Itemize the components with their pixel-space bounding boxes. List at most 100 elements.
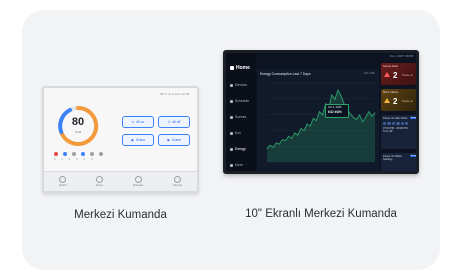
- chart-point: [353, 116, 354, 118]
- all-on-button[interactable]: ⏻ All on: [122, 116, 154, 128]
- tooltip-value: 642 kWh: [328, 110, 342, 114]
- scene-label: Scene: [135, 138, 146, 142]
- scene-icon: [96, 176, 104, 183]
- todo-badge: To do: [409, 155, 416, 157]
- chart-point: [291, 138, 293, 139]
- chart-point: [322, 114, 323, 116]
- chart-area-fill: [267, 90, 375, 162]
- schedule-card-2[interactable]: To do Power On When Starting...: [381, 153, 416, 171]
- chart-point: [266, 148, 268, 149]
- power-icon: ⏻: [167, 120, 171, 124]
- mode-numbers: 0 0 0 0 0 0: [54, 158, 92, 161]
- eco-icon: [230, 131, 233, 135]
- gauge-value: 80: [71, 116, 85, 128]
- chart-point: [275, 142, 277, 144]
- chart-point: [368, 111, 370, 113]
- chart-point: [374, 112, 376, 114]
- alert-title: Minor Failure: [383, 91, 399, 94]
- mode-number: 0: [90, 158, 93, 161]
- nav-item-schedule[interactable]: Schedule: [230, 99, 249, 103]
- chart-tooltip: Oct 1, 2025 642 kWh: [325, 104, 349, 118]
- chart-point: [309, 125, 311, 127]
- nav-label: Schedule: [235, 99, 250, 103]
- mode-dot[interactable]: [99, 152, 103, 156]
- todo-badge: To do: [409, 117, 416, 119]
- footer-item-security[interactable]: Security: [173, 176, 182, 187]
- nav-label: Scenes: [235, 115, 247, 119]
- chart-point: [294, 132, 296, 134]
- alert-unit-text: Times: [402, 100, 409, 103]
- chart-point: [285, 140, 286, 142]
- nav-item-scenes[interactable]: Scenes: [230, 115, 246, 119]
- minor-failure-card[interactable]: Minor Failure 2 Times +2: [381, 89, 416, 111]
- more-icon: [230, 163, 233, 167]
- weekday-dot: [404, 122, 409, 126]
- product-caption-1: Merkezi Kumanda: [74, 209, 167, 221]
- 10-inch-control-panel: Home Devices Schedule Scenes Eco Energy …: [223, 50, 419, 174]
- home-icon: [230, 66, 234, 70]
- chart-point: [319, 111, 320, 113]
- chart-point: [297, 134, 299, 136]
- all-on-label: All on: [136, 120, 145, 124]
- scene-icon: ▣: [130, 138, 134, 142]
- scene-button-1[interactable]: ▣ Scene: [122, 134, 154, 146]
- footer-item-schedule[interactable]: Schedule: [133, 176, 143, 187]
- mode-number: 0: [54, 158, 56, 161]
- gauge-caption: Total: [74, 130, 82, 134]
- energy-icon: [230, 147, 233, 151]
- mode-dot[interactable]: [81, 152, 85, 156]
- schedule-title: Power On When Starting...: [383, 155, 403, 161]
- mode-dot[interactable]: [63, 152, 67, 156]
- energy-chart-plot: [266, 82, 376, 163]
- nav-item-home[interactable]: Home: [230, 65, 250, 71]
- mode-number: 0: [61, 158, 63, 161]
- shield-icon: [174, 176, 182, 183]
- chart-point: [356, 119, 357, 120]
- central-control-device: 08:17 11 ● auto 19 ℃ 80 Total 0 0 0 0 0 …: [42, 86, 199, 193]
- power-icon: ⏻: [131, 120, 135, 124]
- schedule-card-1[interactable]: To do Power On After Work 07:00 PM - 08:…: [381, 115, 416, 149]
- chart-point: [288, 135, 289, 137]
- mode-dot[interactable]: [90, 152, 94, 156]
- chart-point: [340, 95, 342, 97]
- chart-point: [282, 139, 283, 140]
- warning-icon: [384, 98, 390, 103]
- mode-indicators: [54, 152, 103, 156]
- devices-icon: [230, 83, 233, 87]
- weekday-row: [383, 122, 416, 126]
- chart-title: Energy Consumption Last 7 Days: [260, 72, 311, 76]
- alert-unit-text: Times: [402, 74, 409, 77]
- footer-item-scene[interactable]: Scene: [96, 176, 103, 187]
- alert-unit: Times +2: [402, 74, 413, 77]
- weekday-dot: [391, 122, 396, 126]
- all-off-button[interactable]: ⏻ All off: [158, 116, 190, 128]
- nav-item-eco[interactable]: Eco: [230, 131, 241, 135]
- chart-point: [303, 130, 305, 132]
- severe-fault-card[interactable]: Severe Fault 2 Times +2: [381, 63, 416, 85]
- footer-label: Switch: [58, 184, 67, 187]
- mode-number: 0: [68, 158, 71, 161]
- mode-dot[interactable]: [72, 152, 76, 156]
- mode-dot[interactable]: [54, 152, 58, 156]
- chart-point: [312, 118, 314, 119]
- nav-item-devices[interactable]: Devices: [230, 83, 247, 87]
- schedule-action: Turn Off: [383, 130, 393, 134]
- alert-title: Severe Fault: [383, 65, 398, 68]
- chart-point: [362, 121, 364, 123]
- nav-label: Energy: [235, 147, 246, 151]
- alert-unit: Times +2: [402, 100, 413, 103]
- scene-label: Scene: [171, 138, 182, 142]
- scene-icon: ▣: [166, 138, 170, 142]
- footer-label: Security: [173, 184, 183, 187]
- chart-point: [300, 128, 302, 129]
- scene-button-2[interactable]: ▣ Scene: [158, 134, 190, 146]
- chart-point: [278, 143, 280, 145]
- nav-item-energy[interactable]: Energy: [230, 147, 246, 151]
- footer-item-switch[interactable]: Switch: [59, 176, 66, 187]
- nav-label: Eco: [235, 131, 241, 135]
- chart-point: [365, 116, 367, 118]
- nav-item-more[interactable]: More: [230, 163, 243, 167]
- switch-icon: [59, 176, 67, 183]
- chart-point: [316, 120, 317, 121]
- warning-icon: [384, 72, 390, 77]
